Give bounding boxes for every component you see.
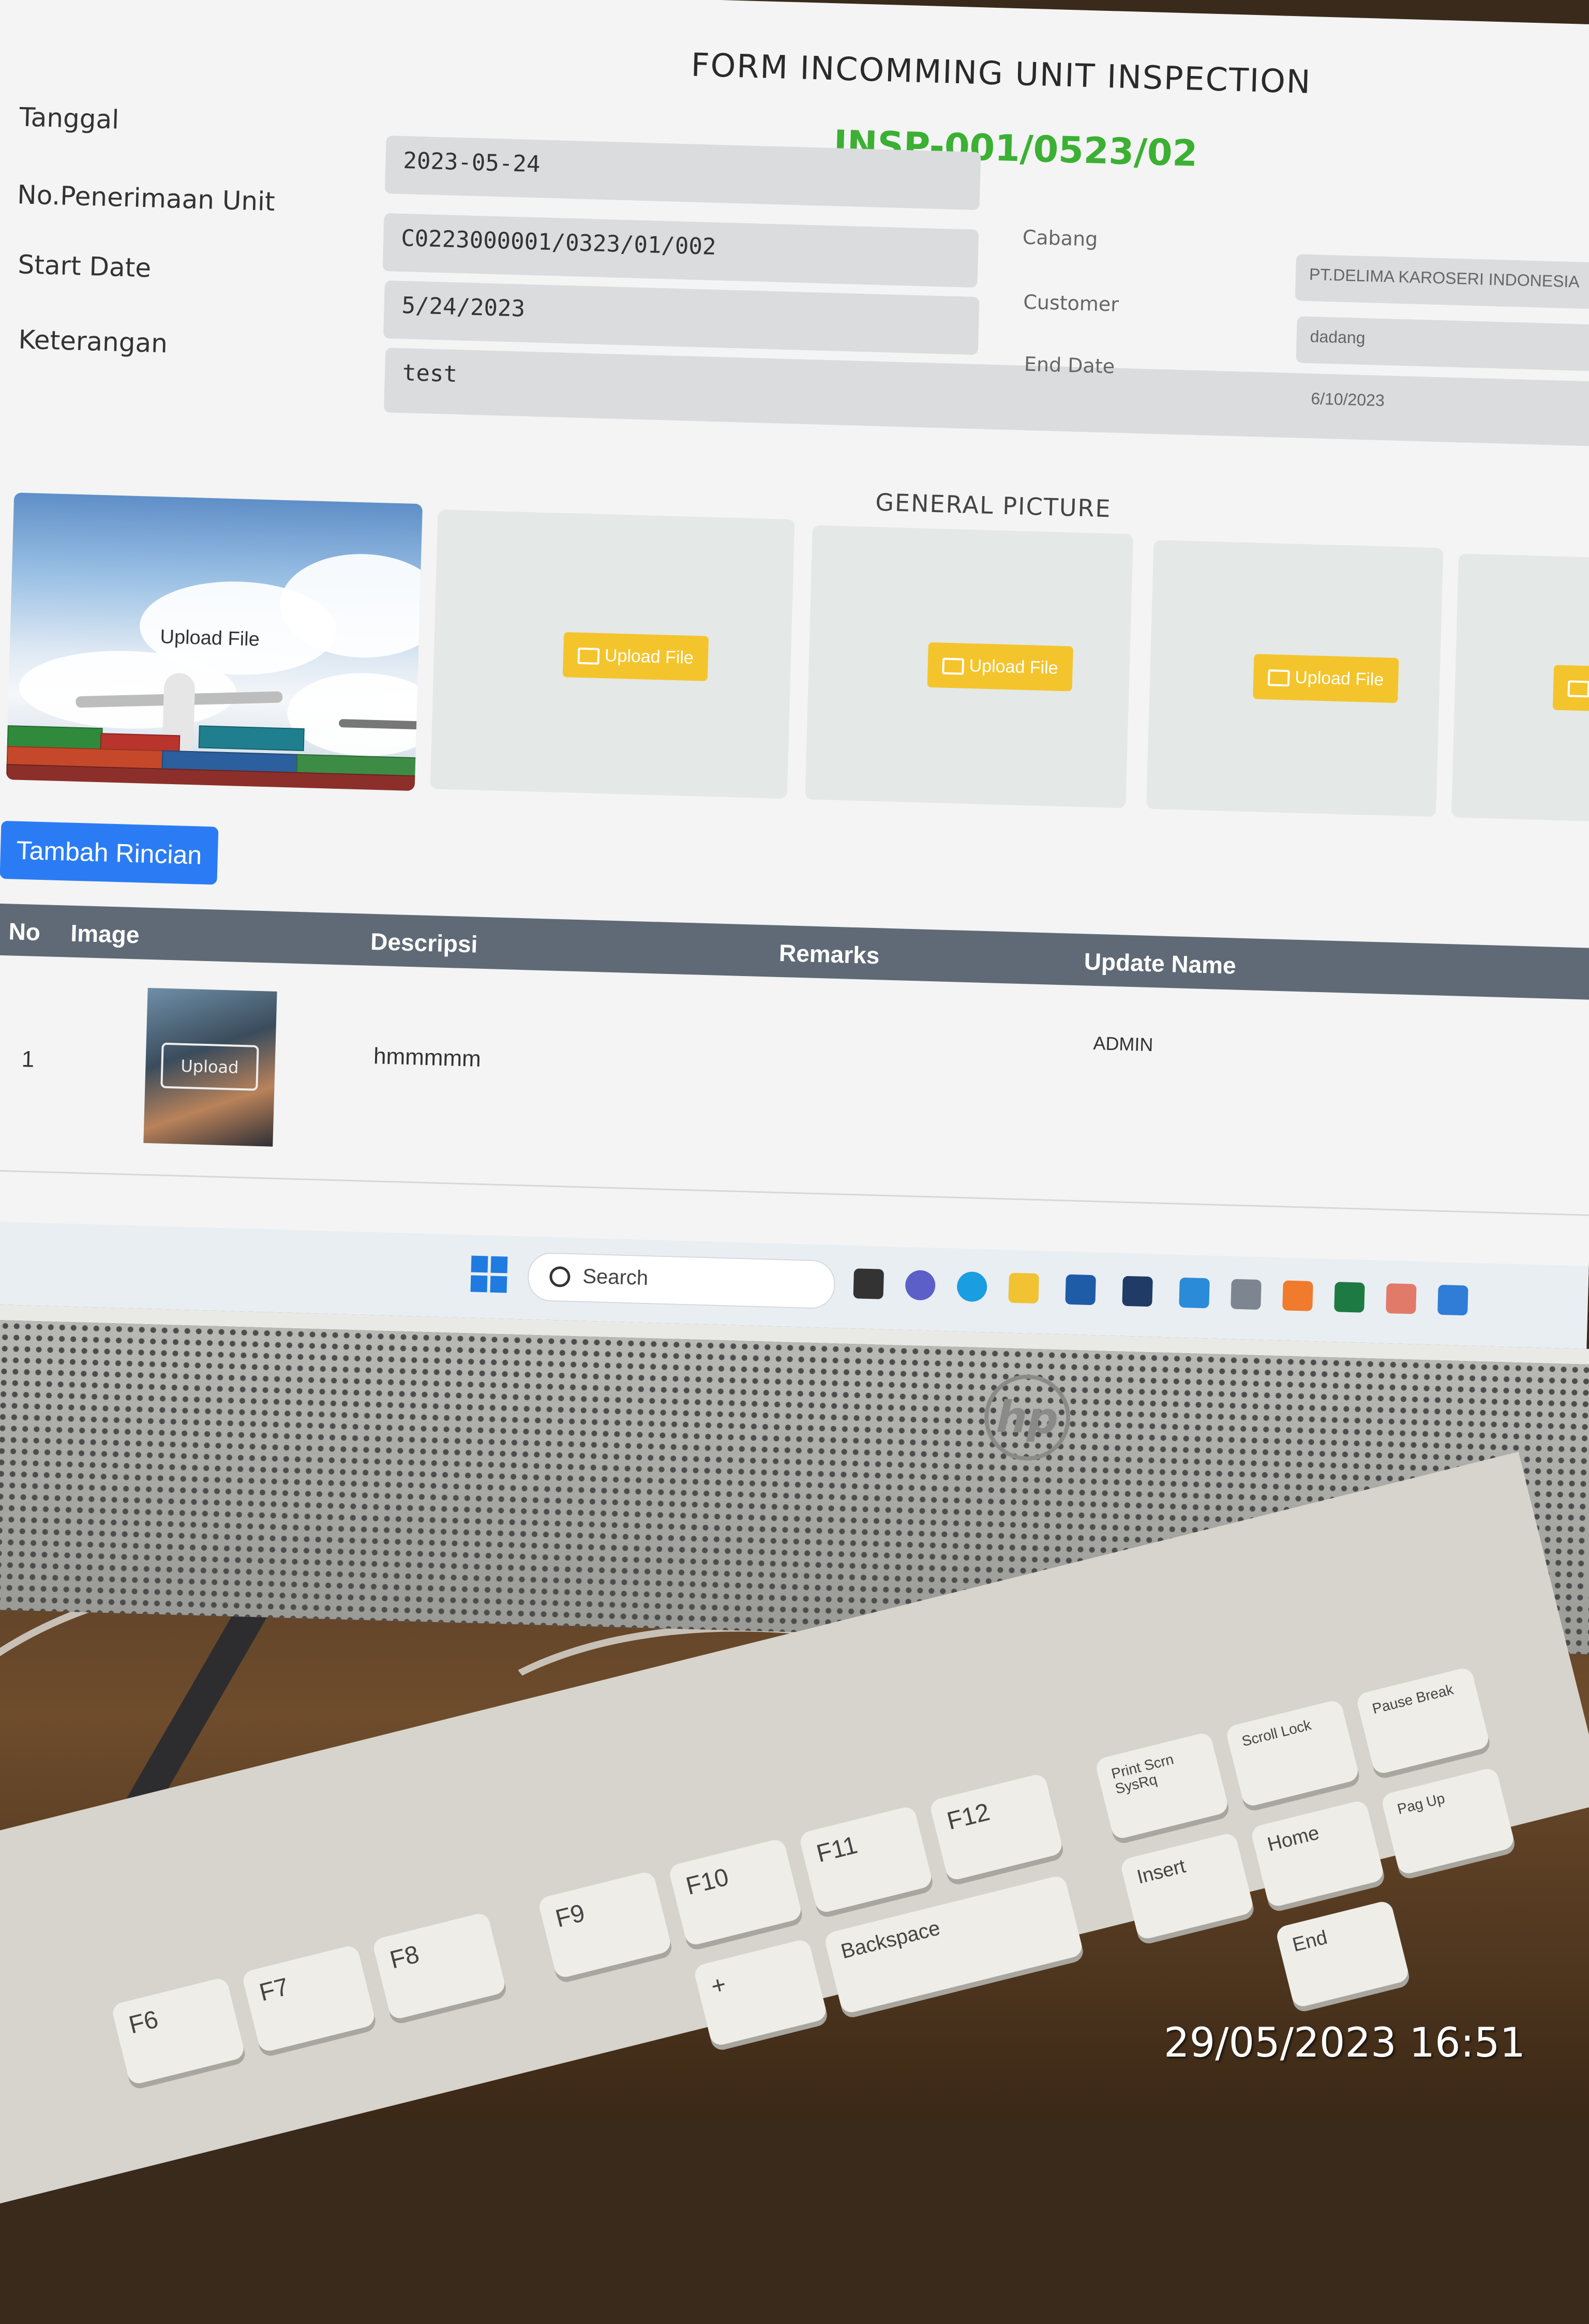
task-view-icon[interactable] xyxy=(853,1268,885,1299)
key-f6[interactable]: F6 xyxy=(110,1976,246,2086)
general-picture-title: GENERAL PICTURE xyxy=(875,488,1112,523)
customer-field[interactable]: dadang xyxy=(1296,316,1589,373)
folder-icon xyxy=(1267,669,1290,687)
app-icon[interactable] xyxy=(1179,1277,1210,1309)
row-divider xyxy=(0,1170,1589,1217)
key-f11[interactable]: F11 xyxy=(798,1805,934,1914)
key-f7[interactable]: F7 xyxy=(241,1944,377,2053)
screen: FORM INCOMMING UNIT INSPECTION INSP-001/… xyxy=(0,0,1589,1349)
edge-browser-icon[interactable] xyxy=(956,1271,987,1302)
label-end-date: End Date xyxy=(1024,352,1115,378)
key-pause-break[interactable]: Pause Break xyxy=(1355,1666,1491,1776)
general-picture-slot-2[interactable]: Upload File xyxy=(430,509,795,799)
start-date-field[interactable]: 5/24/2023 xyxy=(383,280,980,355)
row-no: 1 xyxy=(21,1046,35,1072)
key-scroll-lock[interactable]: Scroll Lock xyxy=(1224,1699,1360,1808)
label-tanggal: Tanggal xyxy=(19,102,119,135)
row-upload-button[interactable]: Upload xyxy=(160,1042,259,1091)
upload-file-button[interactable]: Upload File xyxy=(927,642,1073,692)
excel-icon[interactable] xyxy=(1334,1282,1365,1313)
table-header: No Image Descripsi Remarks Update Name xyxy=(0,903,1589,1000)
app-icon[interactable] xyxy=(1386,1283,1417,1314)
shipping-container xyxy=(198,725,305,752)
app-icon[interactable] xyxy=(1231,1279,1262,1310)
column-header-no: No xyxy=(8,918,41,946)
monitor: FORM INCOMMING UNIT INSPECTION INSP-001/… xyxy=(0,0,1589,1670)
upload-file-button[interactable] xyxy=(1552,665,1589,712)
key-print-screen[interactable]: Print Scrn SysRq xyxy=(1094,1731,1230,1841)
key-f10[interactable]: F10 xyxy=(667,1837,803,1947)
label-no-penerimaan: No.Penerimaan Unit xyxy=(17,179,276,217)
key-f8[interactable]: F8 xyxy=(371,1911,507,2021)
key-f12[interactable]: F12 xyxy=(928,1772,1065,1882)
column-header-update-name: Update Name xyxy=(1084,948,1237,979)
app-icon[interactable] xyxy=(1282,1280,1313,1311)
folder-icon xyxy=(577,647,600,665)
general-picture-slot-3[interactable]: Upload File xyxy=(805,525,1133,808)
taskbar-search-box[interactable]: Search xyxy=(527,1252,836,1310)
row-update-name: ADMIN xyxy=(1092,1032,1153,1056)
folder-icon xyxy=(1567,680,1589,698)
column-header-image: Image xyxy=(70,919,140,949)
key-f9[interactable]: F9 xyxy=(537,1870,673,1980)
general-picture-slot-5[interactable] xyxy=(1451,553,1589,823)
table-row: 1 Upload hmmmmm ADMIN xyxy=(0,0,1589,1147)
app-icon[interactable] xyxy=(1437,1284,1468,1316)
column-header-remarks: Remarks xyxy=(778,939,880,969)
tambah-rincian-button[interactable]: Tambah Rincian xyxy=(0,820,219,885)
photo-timestamp: 29/05/2023 16:51 xyxy=(1164,2020,1526,2066)
label-keterangan: Keterangan xyxy=(18,324,168,359)
upload-file-label: Upload File xyxy=(604,646,694,668)
cloud xyxy=(286,671,423,758)
windows-start-icon[interactable] xyxy=(470,1255,508,1293)
mail-icon[interactable] xyxy=(1065,1274,1096,1306)
folder-icon xyxy=(942,657,965,675)
label-cabang: Cabang xyxy=(1022,226,1098,251)
search-label: Search xyxy=(582,1265,649,1290)
label-start-date: Start Date xyxy=(17,249,152,283)
upload-file-label[interactable]: Upload File xyxy=(160,626,260,651)
no-penerimaan-field[interactable]: C0223000001/0323/01/002 xyxy=(382,213,979,288)
general-picture-slot-1[interactable]: Upload File xyxy=(6,492,423,791)
upload-file-button[interactable]: Upload File xyxy=(1253,654,1399,703)
upload-file-button[interactable]: Upload File xyxy=(562,632,709,681)
form-title: FORM INCOMMING UNIT INSPECTION xyxy=(690,46,1312,101)
teams-chat-icon[interactable] xyxy=(905,1269,936,1301)
general-picture-slot-4[interactable]: Upload File xyxy=(1146,539,1444,817)
search-icon xyxy=(549,1266,571,1287)
label-customer: Customer xyxy=(1023,290,1119,316)
upload-file-label: Upload File xyxy=(1294,667,1384,690)
dropbox-icon[interactable] xyxy=(1122,1276,1153,1307)
row-descripsi: hmmmmm xyxy=(373,1043,482,1072)
column-header-descripsi: Descripsi xyxy=(370,927,478,958)
file-explorer-icon[interactable] xyxy=(1008,1272,1039,1304)
cabang-field[interactable]: PT.DELIMA KAROSERI INDONESIA xyxy=(1295,254,1589,311)
row-image-thumbnail: Upload xyxy=(143,987,277,1147)
upload-file-label: Upload File xyxy=(969,655,1059,678)
